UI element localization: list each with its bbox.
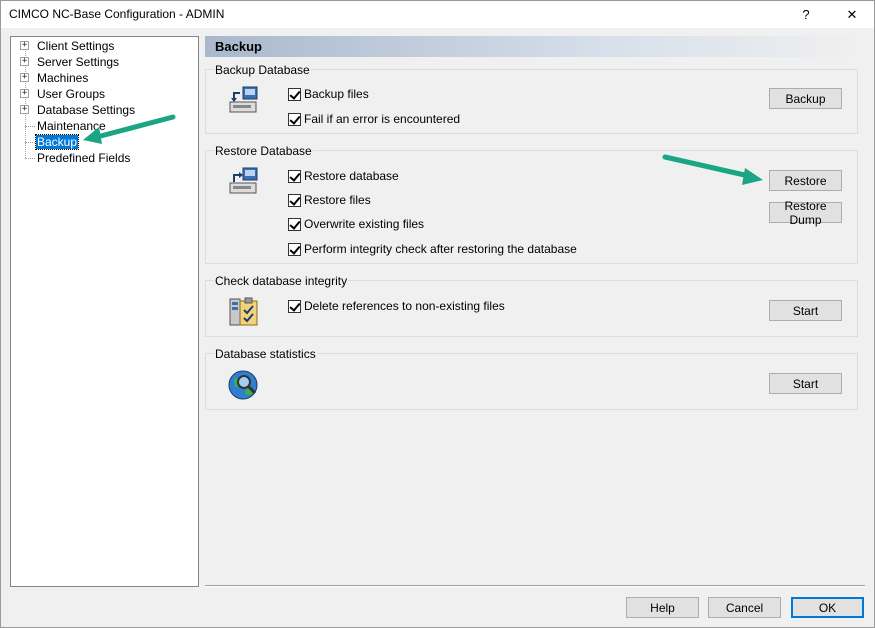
tree-item-machines[interactable]: + Machines: [11, 70, 191, 86]
integrity-after-restore-checkbox[interactable]: [288, 242, 301, 256]
backup-button[interactable]: Backup: [769, 88, 842, 109]
group-title: Restore Database: [214, 144, 313, 158]
help-title-button[interactable]: ?: [791, 1, 821, 28]
title-bar: CIMCO NC-Base Configuration - ADMIN ? ✕: [1, 1, 874, 28]
tree-item-backup[interactable]: Backup: [11, 134, 191, 150]
backup-database-icon: [229, 86, 258, 113]
delete-references-checkbox[interactable]: [288, 299, 301, 313]
restore-database-group: Restore Database Restore database Restor…: [205, 144, 858, 264]
integrity-after-restore-checkbox-row[interactable]: Perform integrity check after restoring …: [288, 241, 577, 257]
expand-icon[interactable]: +: [20, 57, 29, 66]
restore-dump-button[interactable]: Restore Dump: [769, 199, 842, 227]
tree-item-client-settings[interactable]: + Client Settings: [11, 38, 191, 54]
tree-branch-line: [25, 158, 35, 159]
tree-item-server-settings[interactable]: + Server Settings: [11, 54, 191, 70]
checkbox-label: Backup files: [304, 87, 369, 101]
expand-icon[interactable]: +: [20, 105, 29, 114]
checkbox-label: Perform integrity check after restoring …: [304, 242, 577, 256]
restore-files-checkbox-row[interactable]: Restore files: [288, 192, 371, 208]
statistics-start-button[interactable]: Start: [769, 373, 842, 394]
restore-button[interactable]: Restore: [769, 170, 842, 191]
overwrite-files-checkbox[interactable]: [288, 217, 301, 231]
fail-on-error-checkbox-row[interactable]: Fail if an error is encountered: [288, 111, 460, 127]
page-title: Backup: [215, 39, 262, 54]
checkbox-label: Restore database: [304, 169, 399, 183]
checkbox-label: Fail if an error is encountered: [304, 112, 461, 126]
checkbox-label: Restore files: [304, 193, 371, 207]
config-window: CIMCO NC-Base Configuration - ADMIN ? ✕ …: [0, 0, 875, 628]
checkbox-label: Delete references to non-existing files: [304, 299, 505, 313]
tree-item-label: Backup: [34, 134, 80, 150]
database-statistics-group: Database statistics Start: [205, 347, 858, 410]
tree-item-label: User Groups: [37, 87, 106, 101]
ok-button[interactable]: OK: [791, 597, 864, 618]
cancel-button[interactable]: Cancel: [708, 597, 781, 618]
backup-files-checkbox[interactable]: [288, 87, 301, 101]
tree-item-label: Maintenance: [37, 119, 106, 133]
settings-tree[interactable]: + Client Settings + Server Settings + Ma…: [10, 36, 199, 587]
restore-database-checkbox-row[interactable]: Restore database: [288, 168, 399, 184]
footer-separator: [205, 585, 865, 587]
check-integrity-group: Check database integrity Delete referenc…: [205, 274, 858, 337]
restore-files-checkbox[interactable]: [288, 193, 301, 207]
tree-item-label: Machines: [37, 71, 89, 85]
group-title: Database statistics: [214, 347, 317, 361]
tree-item-label: Predefined Fields: [37, 151, 131, 165]
help-button[interactable]: Help: [626, 597, 699, 618]
expand-icon[interactable]: +: [20, 73, 29, 82]
expand-icon[interactable]: +: [20, 41, 29, 50]
window-title: CIMCO NC-Base Configuration - ADMIN: [9, 7, 225, 21]
integrity-start-button[interactable]: Start: [769, 300, 842, 321]
tree-item-database-settings[interactable]: + Database Settings: [11, 102, 191, 118]
globe-search-icon: [228, 370, 258, 400]
tree-branch-line: [25, 142, 35, 143]
restore-database-checkbox[interactable]: [288, 169, 301, 183]
tree-item-label: Client Settings: [37, 39, 115, 53]
tree-item-predefined-fields[interactable]: Predefined Fields: [11, 150, 191, 166]
group-title: Backup Database: [214, 63, 311, 77]
page-header: Backup: [205, 36, 865, 57]
checkbox-label: Overwrite existing files: [304, 217, 425, 231]
restore-database-icon: [229, 167, 258, 194]
tree-branch-line: [25, 126, 35, 127]
fail-on-error-checkbox[interactable]: [288, 112, 301, 126]
backup-files-checkbox-row[interactable]: Backup files: [288, 86, 369, 102]
backup-database-group: Backup Database Backup files Fail if an …: [205, 63, 858, 134]
tree-item-label: Database Settings: [37, 103, 136, 117]
close-icon: ✕: [846, 6, 858, 22]
overwrite-files-checkbox-row[interactable]: Overwrite existing files: [288, 216, 424, 232]
tree-item-label: Server Settings: [37, 55, 120, 69]
clipboard-check-icon: [229, 297, 258, 326]
group-title: Check database integrity: [214, 274, 349, 288]
delete-references-checkbox-row[interactable]: Delete references to non-existing files: [288, 298, 505, 314]
help-icon: ?: [802, 7, 810, 22]
tree-item-maintenance[interactable]: Maintenance: [11, 118, 191, 134]
tree-item-user-groups[interactable]: + User Groups: [11, 86, 191, 102]
expand-icon[interactable]: +: [20, 89, 29, 98]
close-button[interactable]: ✕: [837, 1, 867, 28]
